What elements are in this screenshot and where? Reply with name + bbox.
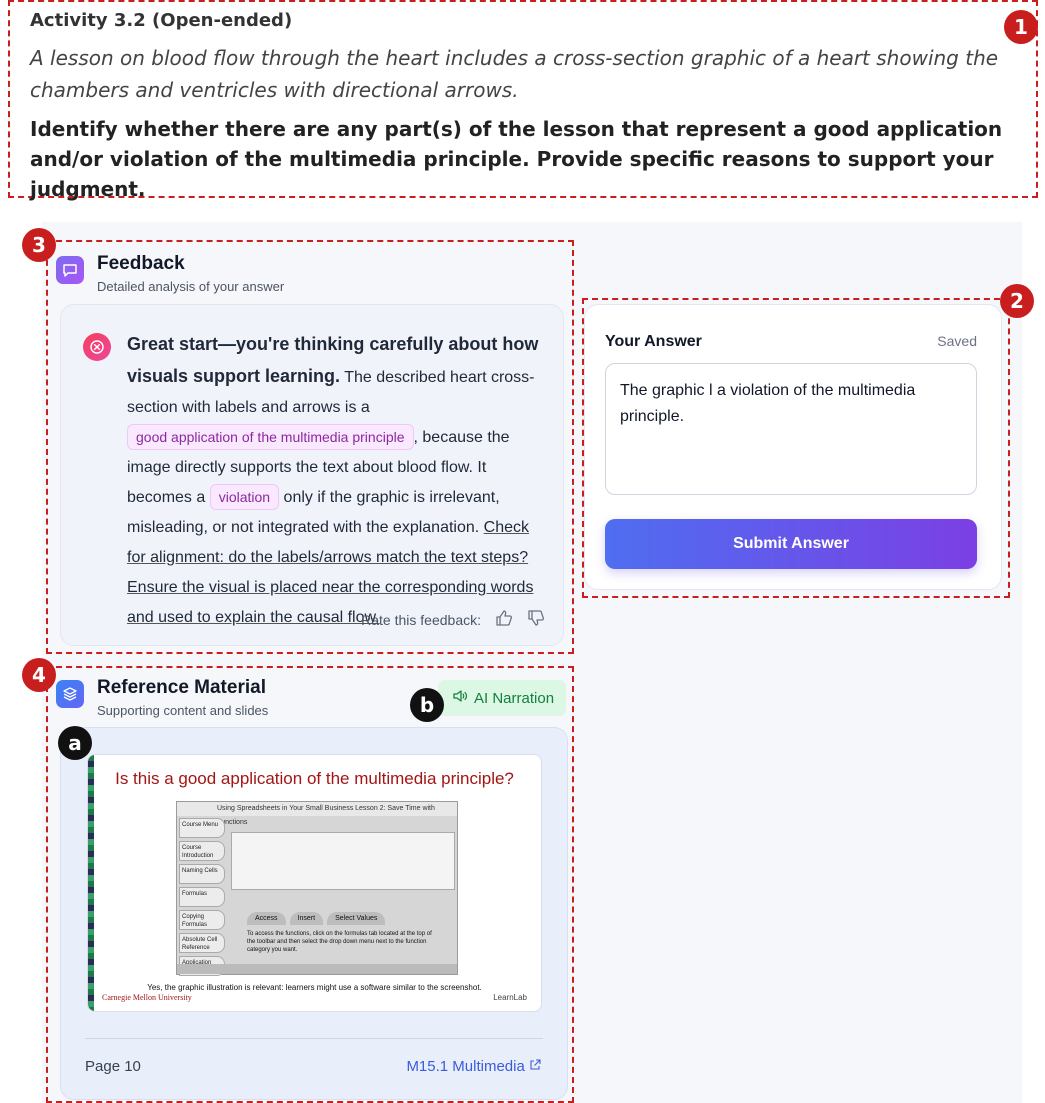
activity-title: Activity 3.2 (Open-ended) xyxy=(30,10,293,31)
screenshot-menu-item: Formulas xyxy=(179,887,225,907)
ai-narration-label: AI Narration xyxy=(474,689,555,707)
screenshot-tabs: Access Insert Select Values xyxy=(247,912,386,925)
slide-title: Is this a good application of the multim… xyxy=(115,769,514,788)
screenshot-ribbon xyxy=(231,832,455,890)
thumbs-up-icon[interactable] xyxy=(495,609,513,630)
thumbs-down-icon[interactable] xyxy=(527,609,545,630)
annotation-badge-b: b xyxy=(410,688,444,722)
annotation-badge-3: 3 xyxy=(22,228,56,262)
screenshot-course-menu: Course Menu Course Introduction Naming C… xyxy=(179,818,225,979)
slide-decorative-strip xyxy=(88,755,94,1011)
screenshot-instruction: To access the functions, click on the fo… xyxy=(247,931,432,953)
reference-divider xyxy=(85,1038,543,1039)
submit-answer-button[interactable]: Submit Answer xyxy=(605,519,977,569)
institution-logo: Carnegie Mellon University xyxy=(102,993,192,1002)
error-circle-icon xyxy=(83,333,111,361)
screenshot-tab: Access xyxy=(247,912,286,925)
highlight-good-application: good application of the multimedia princ… xyxy=(127,424,414,450)
slide-caption: Yes, the graphic illustration is relevan… xyxy=(147,983,482,992)
screenshot-menu-item: Course Menu xyxy=(179,818,225,838)
rate-feedback-row: Rate this feedback: xyxy=(361,609,545,630)
learnlab-logo: LearnLab xyxy=(493,993,527,1002)
reference-subtitle: Supporting content and slides xyxy=(97,703,269,718)
activity-question: Identify whether there are any part(s) o… xyxy=(30,117,1003,201)
annotation-badge-1: 1 xyxy=(1004,10,1038,44)
annotation-badge-4: 4 xyxy=(22,658,56,692)
reference-title: Reference Material xyxy=(97,677,266,698)
answer-textarea[interactable]: The graphic l a violation of the multime… xyxy=(605,363,977,495)
screenshot-tab: Select Values xyxy=(327,912,386,925)
answer-title: Your Answer xyxy=(605,333,702,350)
annotation-badge-a: a xyxy=(58,726,92,760)
external-link-icon xyxy=(529,1058,541,1075)
layers-icon xyxy=(56,680,84,708)
annotation-badge-2: 2 xyxy=(1000,284,1034,318)
feedback-card: Great start—you're thinking carefully ab… xyxy=(60,304,564,646)
activity-prompt-frame: Activity 3.2 (Open-ended) A lesson on bl… xyxy=(8,0,1038,201)
screenshot-menu-item: Naming Cells xyxy=(179,864,225,884)
screenshot-menu-item: Copying Formulas xyxy=(179,910,225,930)
feedback-subtitle: Detailed analysis of your answer xyxy=(97,279,285,294)
highlight-violation: violation xyxy=(209,484,280,510)
reference-header: Reference Material Supporting content an… xyxy=(56,676,268,718)
chat-bubble-icon xyxy=(56,256,84,284)
screenshot-footer-bar xyxy=(177,964,457,974)
answer-card: Your Answer Saved The graphic l a violat… xyxy=(584,304,1002,590)
reference-card: Is this a good application of the multim… xyxy=(60,727,568,1100)
module-link-label: M15.1 Multimedia xyxy=(406,1058,525,1075)
page-number: Page 10 xyxy=(85,1058,141,1075)
feedback-title: Feedback xyxy=(97,253,185,274)
activity-description: A lesson on blood flow through the heart… xyxy=(30,46,999,102)
ai-narration-button[interactable]: AI Narration xyxy=(438,680,567,716)
software-screenshot: Using Spreadsheets in Your Small Busines… xyxy=(176,801,458,976)
speaker-icon xyxy=(452,688,468,708)
screenshot-tab: Insert xyxy=(289,912,324,925)
slide-preview[interactable]: Is this a good application of the multim… xyxy=(87,754,542,1012)
feedback-body: Great start—you're thinking carefully ab… xyxy=(127,329,551,633)
save-status: Saved xyxy=(937,333,977,349)
rate-feedback-label: Rate this feedback: xyxy=(361,611,481,628)
screenshot-menu-item: Course Introduction xyxy=(179,841,225,861)
screenshot-header: Using Spreadsheets in Your Small Busines… xyxy=(177,802,457,826)
feedback-header: Feedback Detailed analysis of your answe… xyxy=(56,252,284,294)
screenshot-menu-item: Absolute Cell Reference xyxy=(179,933,225,953)
module-link[interactable]: M15.1 Multimedia xyxy=(406,1058,541,1075)
